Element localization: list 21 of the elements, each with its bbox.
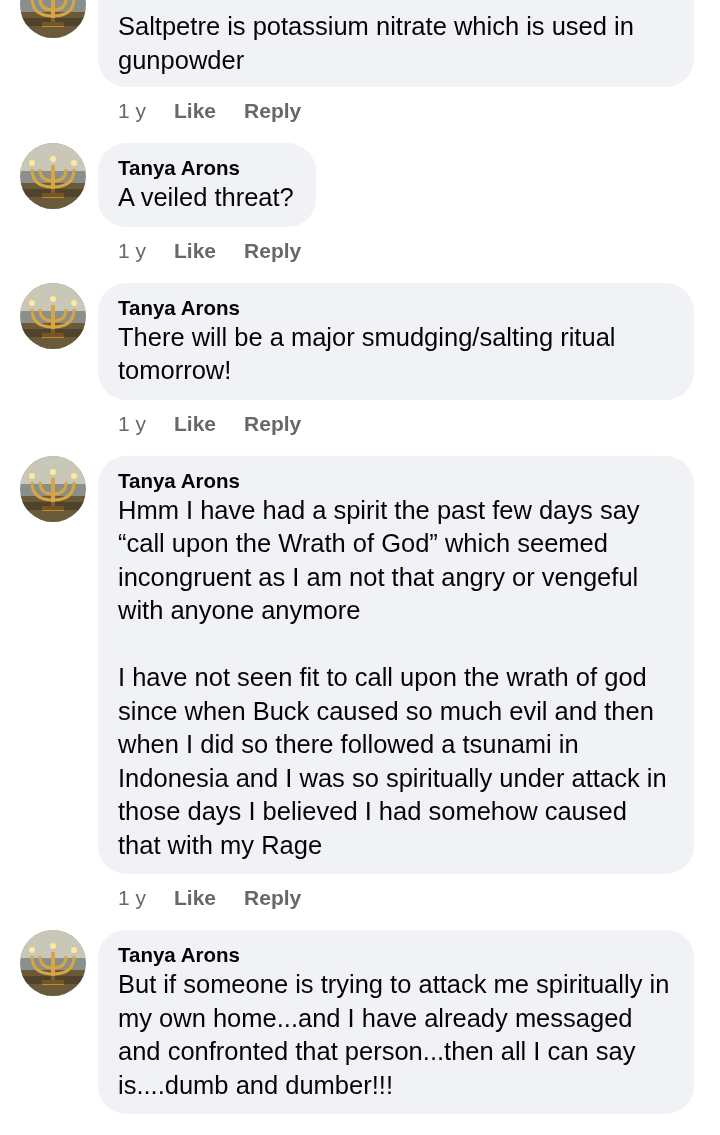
reply-link[interactable]: Reply bbox=[244, 411, 302, 436]
reply-link[interactable]: Reply bbox=[244, 99, 302, 123]
reply-link[interactable]: Reply bbox=[244, 238, 302, 263]
like-link[interactable]: Like bbox=[174, 238, 217, 263]
comment-time: 1 y bbox=[118, 99, 146, 123]
like-link[interactable]: Like bbox=[174, 411, 217, 436]
author-name: Tanya Arons bbox=[118, 467, 241, 494]
comment-time: 1 y bbox=[118, 238, 146, 263]
comment-text: A veiled threat? bbox=[118, 182, 294, 213]
reply-link[interactable]: Reply bbox=[244, 886, 302, 910]
author-name: Tanya Arons bbox=[118, 942, 241, 968]
author-name: Tanya Arons bbox=[118, 155, 241, 181]
like-link[interactable]: Like bbox=[174, 99, 217, 123]
like-link[interactable]: Like bbox=[174, 886, 217, 910]
comment-text: There will be a major smudging/salting ritual tomorrow! bbox=[118, 321, 617, 386]
comment-time: 1 y bbox=[118, 886, 146, 910]
comment-text: Hmm I have had a spirit the past few days say “call upon the Wrath of God” which seemed incongruent as I am not that angry or vengeful with anyone anymore I have not seen fit to call upon the wrath of god since when Buck caused so much evil and then when I did so there followed a tsunami in Indonesia and I was so spiritually under attack in those days I believed I had somehow caused that with my Rage bbox=[118, 494, 668, 861]
author-name: Tanya Arons bbox=[118, 294, 241, 321]
comment-text: But if someone is trying to attack me spiritually in my own home...and I have already messaged and confronted that person...then all I can say is....dumb and dumber!!! bbox=[118, 969, 671, 1101]
comment-time: 1 y bbox=[118, 411, 146, 436]
comment-text: Saltpetre is potassium nitrate which is used in gunpowder bbox=[118, 11, 635, 76]
